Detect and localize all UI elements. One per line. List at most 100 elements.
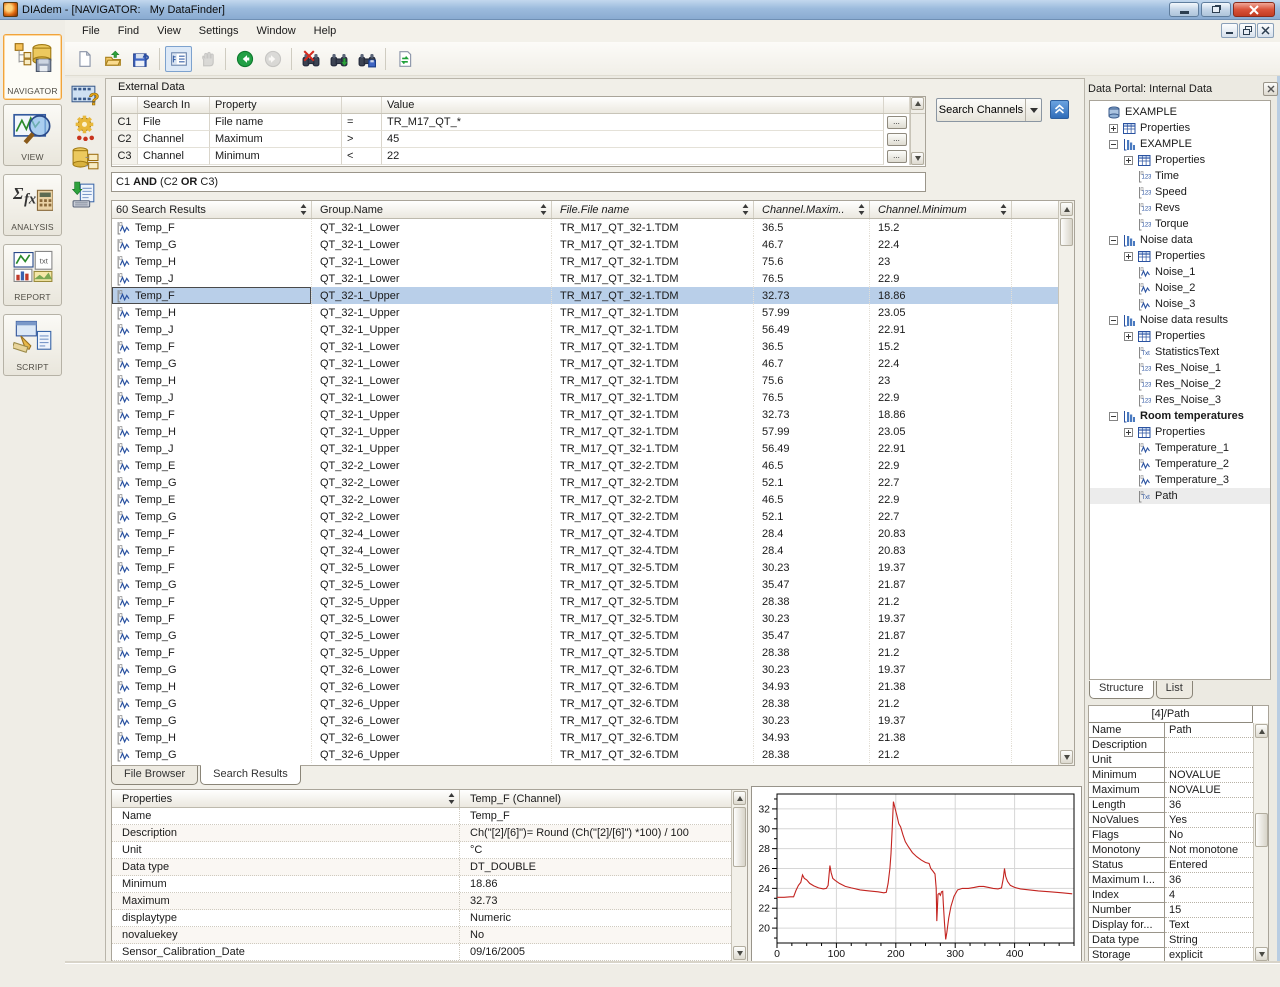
scroll-up-icon[interactable] bbox=[911, 97, 924, 110]
tree-item-path[interactable]: Txt Path bbox=[1090, 488, 1270, 504]
results-column-header[interactable]: Group.Name bbox=[312, 201, 552, 218]
results-column-header[interactable]: Channel.Minimum bbox=[870, 201, 1012, 218]
refresh-button[interactable] bbox=[391, 46, 418, 72]
property-value[interactable]: DT_DOUBLE bbox=[460, 859, 731, 875]
table-row[interactable]: Temp_J QT_32-1_Lower TR_M17_QT_32-1.TDM 76.… bbox=[112, 270, 1058, 287]
condition-property[interactable]: File name bbox=[210, 114, 342, 131]
condition-browse-button[interactable]: ... bbox=[886, 150, 907, 163]
tree-item-properties[interactable]: Properties bbox=[1090, 152, 1270, 168]
menu-item-view[interactable]: View bbox=[148, 22, 190, 40]
results-scrollbar[interactable] bbox=[1058, 201, 1074, 765]
table-row[interactable]: Temp_G QT_32-6_Lower TR_M17_QT_32-6.TDM 30.… bbox=[112, 661, 1058, 678]
script-import-button[interactable] bbox=[71, 180, 99, 208]
tree-expander-minus[interactable] bbox=[1109, 411, 1118, 421]
minimize-button[interactable] bbox=[1169, 2, 1199, 17]
scrollbar-thumb[interactable] bbox=[1255, 813, 1268, 847]
portal-property-value[interactable]: Entered bbox=[1165, 858, 1253, 873]
portal-property-value[interactable]: Path bbox=[1165, 723, 1253, 738]
tree-item-properties[interactable]: Properties bbox=[1090, 248, 1270, 264]
property-value[interactable]: 09/16/2005 bbox=[460, 944, 731, 960]
table-row[interactable]: Temp_G QT_32-6_Lower TR_M17_QT_32-6.TDM 30.… bbox=[112, 712, 1058, 729]
table-row[interactable]: Temp_F QT_32-5_Upper TR_M17_QT_32-5.TDM 28.… bbox=[112, 644, 1058, 661]
tab-search-results[interactable]: Search Results bbox=[200, 765, 301, 785]
tree-item-temperature-3[interactable]: Temperature_3 bbox=[1090, 472, 1270, 488]
scroll-up-icon[interactable] bbox=[1060, 202, 1073, 216]
properties-column-header[interactable]: Properties bbox=[112, 790, 460, 807]
scroll-up-icon[interactable] bbox=[1255, 724, 1268, 738]
data-portal-close-button[interactable] bbox=[1263, 81, 1278, 96]
tree-item-example[interactable]: EXAMPLE bbox=[1090, 136, 1270, 152]
clear-search-button[interactable] bbox=[297, 46, 324, 72]
condition-search-in[interactable]: Channel bbox=[138, 148, 210, 165]
tree-expander-plus[interactable] bbox=[1109, 123, 1118, 133]
condition-row-c3[interactable]: C3 Channel Minimum <22... bbox=[112, 148, 925, 165]
portal-property-value[interactable]: 36 bbox=[1165, 873, 1253, 888]
sidebar-item-view[interactable]: VIEW bbox=[3, 104, 62, 166]
mdi-minimize-button[interactable] bbox=[1221, 23, 1238, 38]
table-row[interactable]: Temp_E QT_32-2_Lower TR_M17_QT_32-2.TDM 46.… bbox=[112, 457, 1058, 474]
table-row[interactable]: Temp_F QT_32-4_Lower TR_M17_QT_32-4.TDM 28.… bbox=[112, 542, 1058, 559]
sidebar-item-report[interactable]: txt REPORT bbox=[3, 244, 62, 306]
condition-operator[interactable]: > bbox=[342, 131, 382, 148]
value-header[interactable]: Value bbox=[382, 97, 884, 113]
property-value[interactable]: Temp_F bbox=[460, 808, 731, 824]
mdi-close-button[interactable] bbox=[1257, 23, 1274, 38]
scroll-up-icon[interactable] bbox=[733, 791, 746, 805]
gear-settings-button[interactable] bbox=[71, 113, 99, 142]
sidebar-item-script[interactable]: SCRIPT bbox=[3, 314, 62, 376]
tree-expander-plus[interactable] bbox=[1124, 331, 1133, 341]
table-row[interactable]: Temp_F QT_32-1_Upper TR_M17_QT_32-1.TDM 32.… bbox=[112, 406, 1058, 423]
sort-icon[interactable] bbox=[1000, 203, 1007, 216]
portal-property-value[interactable] bbox=[1165, 738, 1253, 753]
tree-item-properties[interactable]: Properties bbox=[1090, 120, 1270, 136]
table-row[interactable]: Temp_G QT_32-1_Lower TR_M17_QT_32-1.TDM 46.… bbox=[112, 236, 1058, 253]
tree-item-res-noise-3[interactable]: 123 Res_Noise_3 bbox=[1090, 392, 1270, 408]
navigate-back-button[interactable] bbox=[231, 46, 258, 72]
search-in-header[interactable]: Search In bbox=[138, 97, 210, 113]
tree-expander-minus[interactable] bbox=[1109, 235, 1118, 245]
condition-browse-button[interactable]: ... bbox=[886, 133, 907, 146]
condition-search-in[interactable]: Channel bbox=[138, 131, 210, 148]
tree-item-properties[interactable]: Properties bbox=[1090, 328, 1270, 344]
tree-item-temperature-2[interactable]: Temperature_2 bbox=[1090, 456, 1270, 472]
collapse-search-area-button[interactable] bbox=[1050, 100, 1069, 119]
tree-item-room-temperatures[interactable]: Room temperatures bbox=[1090, 408, 1270, 424]
tree-expander-plus[interactable] bbox=[1124, 251, 1133, 261]
portal-properties-scrollbar[interactable] bbox=[1253, 723, 1268, 962]
table-row[interactable]: Temp_H QT_32-6_Lower TR_M17_QT_32-6.TDM 34.… bbox=[112, 678, 1058, 695]
tree-item-statisticstext[interactable]: Txt StatisticsText bbox=[1090, 344, 1270, 360]
condition-value[interactable]: 45 bbox=[382, 131, 884, 148]
results-column-header[interactable]: File.File name bbox=[552, 201, 754, 218]
property-value[interactable]: 32.73 bbox=[460, 893, 731, 909]
portal-property-value[interactable]: Yes bbox=[1165, 813, 1253, 828]
sidebar-item-navigator[interactable]: NAVIGATOR bbox=[3, 34, 62, 100]
scroll-down-icon[interactable] bbox=[1060, 750, 1073, 764]
portal-property-value[interactable]: 15 bbox=[1165, 903, 1253, 918]
datastore-panel-button[interactable] bbox=[71, 146, 99, 174]
table-row[interactable]: Temp_G QT_32-6_Upper TR_M17_QT_32-6.TDM 28.… bbox=[112, 746, 1058, 763]
tree-expander-minus[interactable] bbox=[1109, 315, 1118, 325]
film-help-button[interactable]: ? bbox=[71, 80, 100, 109]
tree-item-temperature-1[interactable]: Temperature_1 bbox=[1090, 440, 1270, 456]
tree-expander-minus[interactable] bbox=[1109, 139, 1118, 149]
condition-scrollbar[interactable] bbox=[910, 97, 925, 113]
tree-expander-plus[interactable] bbox=[1124, 427, 1133, 437]
save-help-button[interactable]: ? bbox=[127, 46, 154, 72]
property-value[interactable]: Numeric bbox=[460, 910, 731, 926]
property-value[interactable]: No bbox=[460, 927, 731, 943]
portal-tab-list[interactable]: List bbox=[1155, 681, 1193, 699]
portal-property-value[interactable]: explicit bbox=[1165, 948, 1253, 963]
tree-expander-plus[interactable] bbox=[1124, 155, 1133, 165]
portal-tab-structure[interactable]: Structure bbox=[1089, 680, 1154, 699]
menu-item-find[interactable]: Find bbox=[109, 22, 148, 40]
table-row[interactable]: Temp_H QT_32-1_Upper TR_M17_QT_32-1.TDM 57.… bbox=[112, 304, 1058, 321]
close-button[interactable] bbox=[1233, 2, 1275, 17]
mdi-restore-button[interactable] bbox=[1239, 23, 1256, 38]
condition-value[interactable]: TR_M17_QT_* bbox=[382, 114, 884, 131]
table-row[interactable]: Temp_G QT_32-5_Lower TR_M17_QT_32-5.TDM 35.… bbox=[112, 576, 1058, 593]
table-row[interactable]: Temp_E QT_32-2_Lower TR_M17_QT_32-2.TDM 46.… bbox=[112, 491, 1058, 508]
tree-item-speed[interactable]: 123 Speed bbox=[1090, 184, 1270, 200]
table-row[interactable]: Temp_J QT_32-1_Upper TR_M17_QT_32-1.TDM 56.… bbox=[112, 440, 1058, 457]
table-row[interactable]: Temp_F QT_32-5_Lower TR_M17_QT_32-5.TDM 30.… bbox=[112, 610, 1058, 627]
table-row[interactable]: Temp_G QT_32-2_Lower TR_M17_QT_32-2.TDM 52.… bbox=[112, 474, 1058, 491]
